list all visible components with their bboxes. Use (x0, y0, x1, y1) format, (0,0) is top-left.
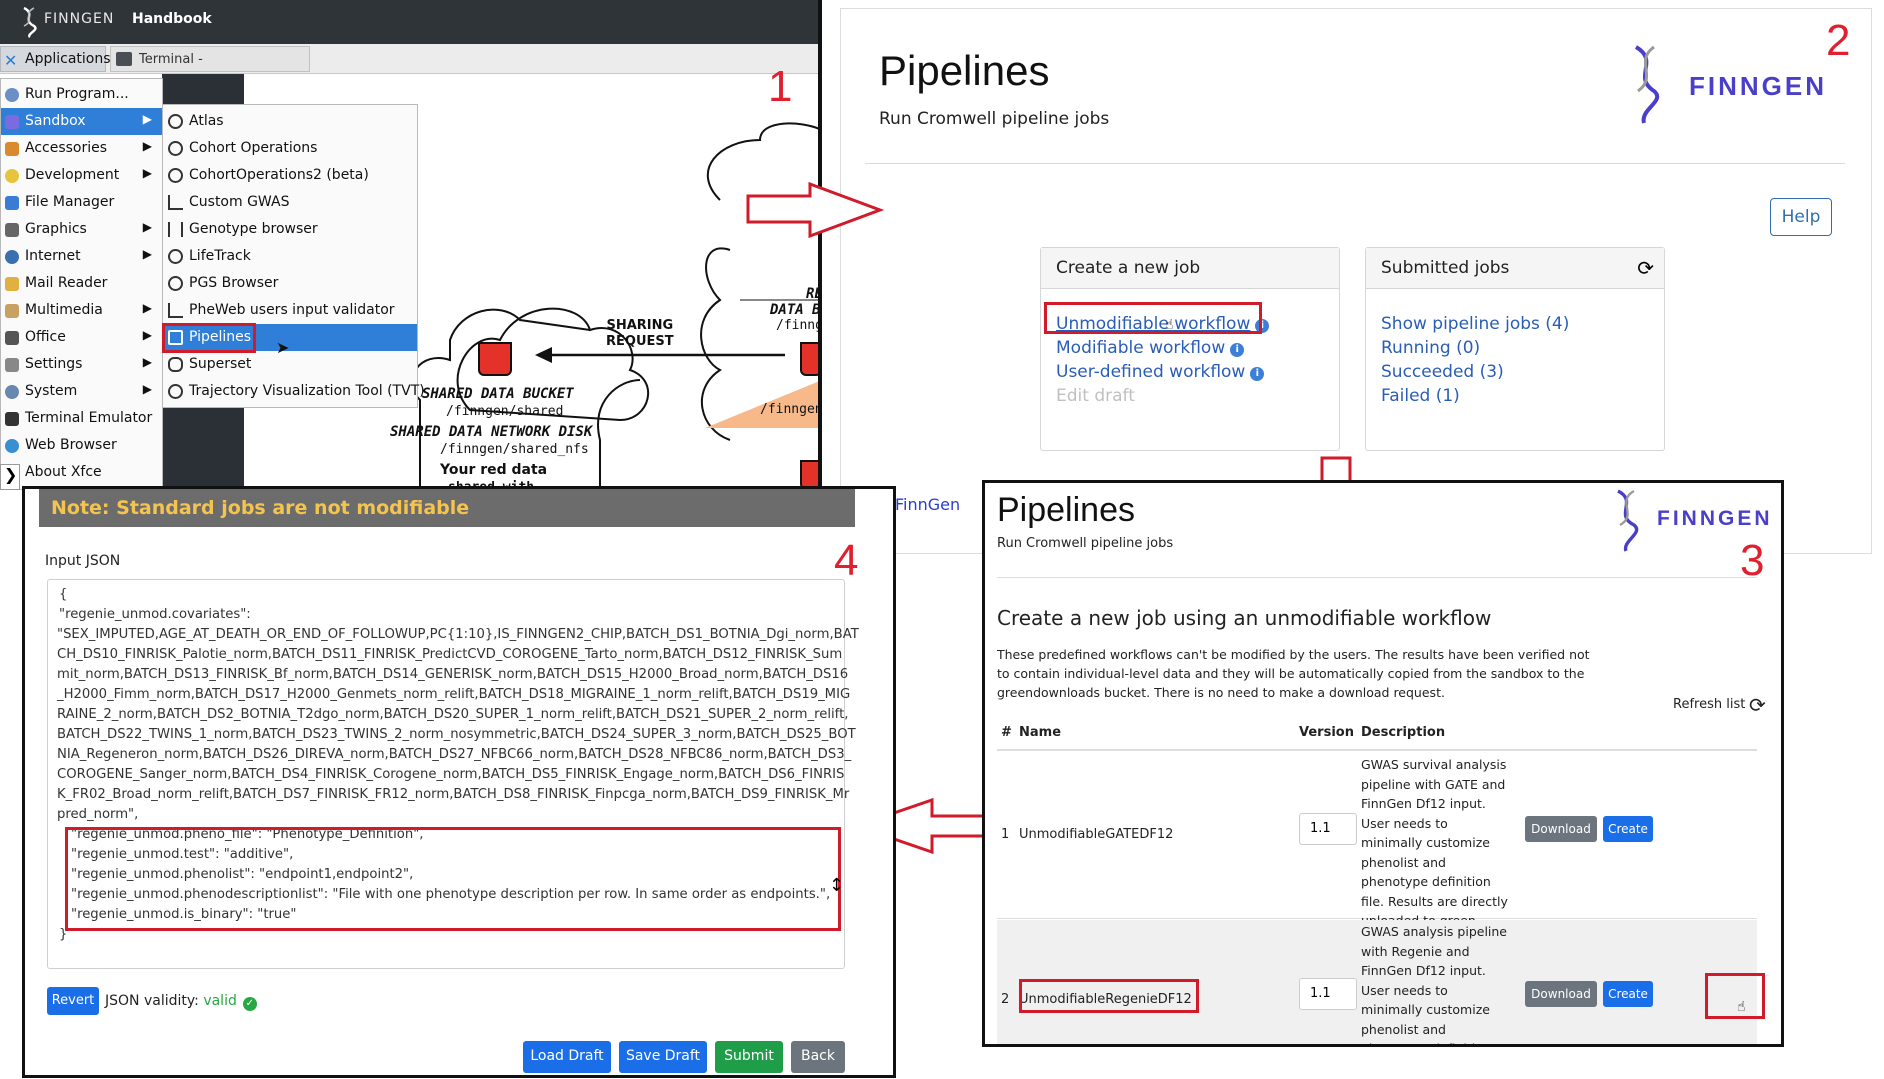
table-row: 1 UnmodifiableGATEDF12 1.1 GWAS survival… (997, 753, 1757, 948)
divider (997, 577, 1757, 578)
step-number-4: 4 (834, 536, 859, 585)
col-header-version: Version (1299, 725, 1354, 740)
json-line: mit_norm,BATCH_DS13_FINRISK_Bf_norm,BATC… (57, 667, 849, 682)
json-line: _H2000_Fimm_norm,BATCH_DS17_H2000_Genmet… (57, 687, 851, 702)
revert-button[interactable]: Revert (47, 987, 99, 1015)
json-line: "regenie_unmod.covariates": (59, 607, 251, 622)
col-header-num: # (1001, 725, 1012, 740)
json-validity: JSON validity: valid ✓ (105, 993, 257, 1011)
row-number: 2 (1001, 992, 1010, 1007)
download-button[interactable]: Download (1525, 981, 1597, 1007)
json-line: pred_norm", (57, 807, 139, 822)
check-circle-icon: ✓ (242, 997, 257, 1011)
highlight-create-button (1705, 973, 1765, 1019)
json-line: { (59, 587, 68, 602)
brand-name: FINNGEN (1657, 507, 1773, 530)
json-line: CH_DS10_FINRISK_Palotie_norm,BATCH_DS11_… (57, 647, 843, 662)
save-draft-button[interactable]: Save Draft (619, 1041, 707, 1073)
back-button[interactable]: Back (791, 1041, 845, 1073)
json-line: BATCH_DS22_TWINS_1_norm,BATCH_DS23_TWINS… (57, 727, 856, 742)
col-header-name: Name (1019, 725, 1062, 740)
json-line: NIA_Regeneron_norm,BATCH_DS26_DIREVA_nor… (57, 747, 852, 762)
create-button[interactable]: Create (1603, 981, 1653, 1007)
load-draft-button[interactable]: Load Draft (523, 1041, 611, 1073)
note-banner: Note: Standard jobs are not modifiable (39, 489, 855, 527)
version-field[interactable]: 1.1 (1299, 813, 1357, 845)
input-json-label: Input JSON (45, 553, 121, 569)
unmodifiable-workflow-page: Pipelines Run Cromwell pipeline jobs FIN… (982, 480, 1784, 1047)
row-number: 1 (1001, 827, 1010, 842)
highlight-regenie-row (1019, 979, 1199, 1013)
section-description: These predefined workflows can't be modi… (997, 647, 1590, 700)
page-subtitle: Run Cromwell pipeline jobs (997, 536, 1174, 551)
job-input-editor: Note: Standard jobs are not modifiable I… (22, 486, 896, 1078)
panel-expander-icon[interactable]: ❯ (0, 464, 20, 490)
workflow-description: GWAS analysis pipeline with Regenie and … (1361, 924, 1507, 1044)
json-line: "SEX_IMPUTED,AGE_AT_DEATH_OR_END_OF_FOLL… (57, 627, 859, 642)
version-field[interactable]: 1.1 (1299, 978, 1357, 1010)
mouse-cursor-icon: ☝ (1737, 999, 1746, 1015)
col-header-description: Description (1361, 725, 1446, 740)
refresh-icon: ⟳ (1749, 693, 1766, 717)
composite-screenshot: { "colors":{"accent":"#1a6ee8","highligh… (0, 0, 1884, 1079)
create-button[interactable]: Create (1603, 816, 1653, 842)
section-heading: Create a new job using an unmodifiable w… (997, 606, 1492, 630)
finngen-logo-icon (1617, 489, 1639, 552)
refresh-list-button[interactable]: Refresh list ⟳ (1673, 693, 1766, 717)
workflow-name: UnmodifiableGATEDF12 (1019, 827, 1174, 842)
json-line: COROGENE_Sanger_norm,BATCH_DS4_FINRISK_C… (57, 767, 845, 782)
download-button[interactable]: Download (1525, 816, 1597, 842)
step-number-3: 3 (1740, 536, 1765, 585)
highlight-editable-params (65, 827, 841, 931)
json-line: K_FR02_Broad_norm_relift,BATCH_DS7_FINRI… (57, 787, 850, 802)
submit-button[interactable]: Submit (715, 1041, 783, 1073)
header-divider (997, 749, 1757, 751)
json-line: RAINE_2_norm,BATCH_DS2_BOTNIA_T2dgo_norm… (57, 707, 849, 722)
resize-cursor-icon: ↕ (829, 875, 845, 896)
page-title: Pipelines (997, 491, 1135, 529)
